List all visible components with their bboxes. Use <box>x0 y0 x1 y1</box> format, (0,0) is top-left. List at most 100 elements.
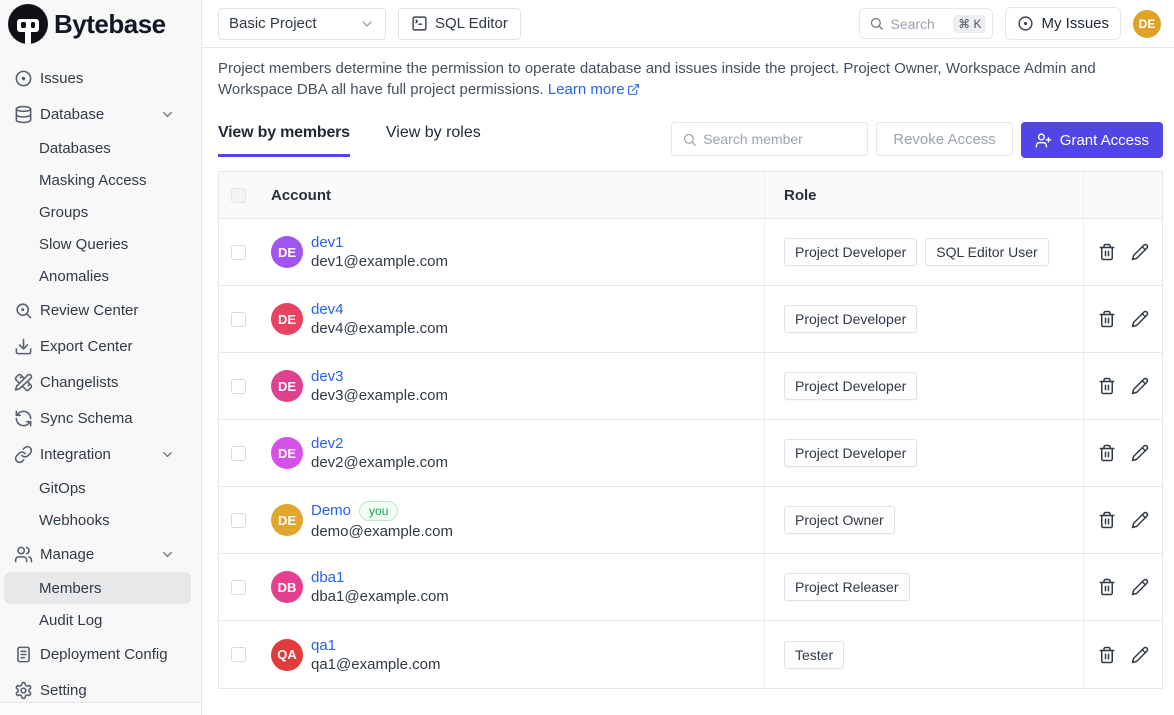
row-checkbox[interactable] <box>231 312 246 327</box>
table-row: QAqa1qa1@example.comTester <box>219 621 1162 688</box>
delete-member-icon[interactable] <box>1098 646 1116 664</box>
search-icon <box>682 132 697 147</box>
sidebar-item-slow-queries[interactable]: Slow Queries <box>4 228 191 260</box>
sidebar-item-export-center[interactable]: Export Center <box>4 328 191 364</box>
member-search-input[interactable]: Search member <box>671 122 868 156</box>
member-email: dev1@example.com <box>311 253 448 270</box>
member-name-link[interactable]: qa1 <box>311 637 336 654</box>
toolbar: View by members View by roles Search memb… <box>218 122 1163 158</box>
sidebar-item-manage[interactable]: Manage <box>4 536 191 572</box>
edit-member-icon[interactable] <box>1131 511 1149 529</box>
member-name-link[interactable]: dba1 <box>311 569 344 586</box>
sidebar-item-integration[interactable]: Integration <box>4 436 191 472</box>
sidebar-item-label: Audit Log <box>39 612 102 629</box>
role-cell: Project Releaser <box>765 554 1084 620</box>
delete-member-icon[interactable] <box>1098 444 1116 462</box>
global-search-input[interactable]: Search ⌘ K <box>859 8 993 39</box>
sidebar-item-review-center[interactable]: Review Center <box>4 292 191 328</box>
edit-member-icon[interactable] <box>1131 444 1149 462</box>
member-name-link[interactable]: dev1 <box>311 234 344 251</box>
sql-editor-button[interactable]: SQL Editor <box>398 8 521 40</box>
toolbar-right: Search member Revoke Access Grant Access <box>671 122 1163 158</box>
tabs: View by members View by roles <box>218 124 481 157</box>
chevron-down-icon <box>160 107 175 122</box>
delete-member-icon[interactable] <box>1098 310 1116 328</box>
learn-more-link[interactable]: Learn more <box>548 79 640 100</box>
right-column: Basic Project SQL Editor Search ⌘ K My I… <box>202 0 1174 715</box>
row-checkbox[interactable] <box>231 580 246 595</box>
topbar: Basic Project SQL Editor Search ⌘ K My I… <box>202 0 1174 48</box>
member-identity: dev1 dev1@example.com <box>311 234 448 270</box>
delete-member-icon[interactable] <box>1098 377 1116 395</box>
row-checkbox[interactable] <box>231 446 246 461</box>
table-row: DBdba1dba1@example.comProject Releaser <box>219 554 1162 621</box>
sidebar-item-gitops[interactable]: GitOps <box>4 472 191 504</box>
sidebar-item-label: Groups <box>39 204 88 221</box>
sidebar-item-anomalies[interactable]: Anomalies <box>4 260 191 292</box>
account-cell: DEdev4dev4@example.com <box>219 286 765 352</box>
member-name-link[interactable]: dev4 <box>311 301 344 318</box>
avatar: QA <box>271 639 303 671</box>
actions-cell <box>1084 219 1162 285</box>
table-row: DEdev2dev2@example.comProject Developer <box>219 420 1162 487</box>
member-name-link[interactable]: dev2 <box>311 435 344 452</box>
edit-member-icon[interactable] <box>1131 310 1149 328</box>
sidebar-item-label: Review Center <box>40 302 138 319</box>
role-chip: Project Developer <box>784 305 917 333</box>
sidebar-item-members[interactable]: Members <box>4 572 191 604</box>
sidebar-item-issues[interactable]: Issues <box>4 60 191 96</box>
row-checkbox[interactable] <box>231 379 246 394</box>
role-cell: Project Owner <box>765 487 1084 553</box>
sidebar-item-masking-access[interactable]: Masking Access <box>4 164 191 196</box>
sidebar-item-label: Manage <box>40 546 94 563</box>
actions-cell <box>1084 487 1162 553</box>
table-header-row: Account Role <box>219 172 1162 219</box>
sidebar-item-databases[interactable]: Databases <box>4 132 191 164</box>
integration-icon <box>14 445 33 464</box>
sidebar-item-sync-schema[interactable]: Sync Schema <box>4 400 191 436</box>
sidebar-item-label: Databases <box>39 140 111 157</box>
sidebar-item-changelists[interactable]: Changelists <box>4 364 191 400</box>
sidebar-item-database[interactable]: Database <box>4 96 191 132</box>
avatar: DE <box>271 370 303 402</box>
database-icon <box>14 105 33 124</box>
account-cell: DE dev3 dev3@example.com <box>219 353 765 419</box>
member-identity: dev4dev4@example.com <box>311 301 448 337</box>
sidebar-item-label: Integration <box>40 446 111 463</box>
sidebar-item-groups[interactable]: Groups <box>4 196 191 228</box>
revoke-access-button[interactable]: Revoke Access <box>876 122 1013 156</box>
row-checkbox[interactable] <box>231 513 246 528</box>
user-avatar[interactable]: DE <box>1133 10 1161 38</box>
member-name-link[interactable]: dev3 <box>311 368 344 385</box>
my-issues-button[interactable]: My Issues <box>1005 7 1121 40</box>
delete-member-icon[interactable] <box>1098 511 1116 529</box>
edit-member-icon[interactable] <box>1131 646 1149 664</box>
external-link-icon <box>627 83 640 96</box>
chevron-down-icon <box>359 16 375 32</box>
edit-member-icon[interactable] <box>1131 578 1149 596</box>
tab-view-by-members[interactable]: View by members <box>218 124 350 157</box>
sidebar-item-label: Issues <box>40 70 83 87</box>
you-badge: you <box>359 501 398 521</box>
logo[interactable]: Bytebase <box>0 0 201 48</box>
delete-member-icon[interactable] <box>1098 578 1116 596</box>
select-all-checkbox[interactable] <box>231 188 246 203</box>
sidebar-item-audit-log[interactable]: Audit Log <box>4 604 191 636</box>
member-email: dev3@example.com <box>311 387 448 404</box>
tab-view-by-roles[interactable]: View by roles <box>386 124 481 157</box>
shortcut-badge: ⌘ K <box>953 15 986 33</box>
member-name-link[interactable]: Demo <box>311 502 351 519</box>
row-checkbox[interactable] <box>231 647 246 662</box>
manage-icon <box>14 545 33 564</box>
terminal-icon <box>411 15 428 32</box>
role-cell: Project Developer <box>765 420 1084 486</box>
role-chip: Project Developer <box>784 372 917 400</box>
edit-member-icon[interactable] <box>1131 377 1149 395</box>
grant-access-button[interactable]: Grant Access <box>1021 122 1163 158</box>
sidebar-item-webhooks[interactable]: Webhooks <box>4 504 191 536</box>
edit-member-icon[interactable] <box>1131 243 1149 261</box>
delete-member-icon[interactable] <box>1098 243 1116 261</box>
row-checkbox[interactable] <box>231 245 246 260</box>
sidebar-item-deployment-config[interactable]: Deployment Config <box>4 636 191 672</box>
project-select[interactable]: Basic Project <box>218 8 386 40</box>
